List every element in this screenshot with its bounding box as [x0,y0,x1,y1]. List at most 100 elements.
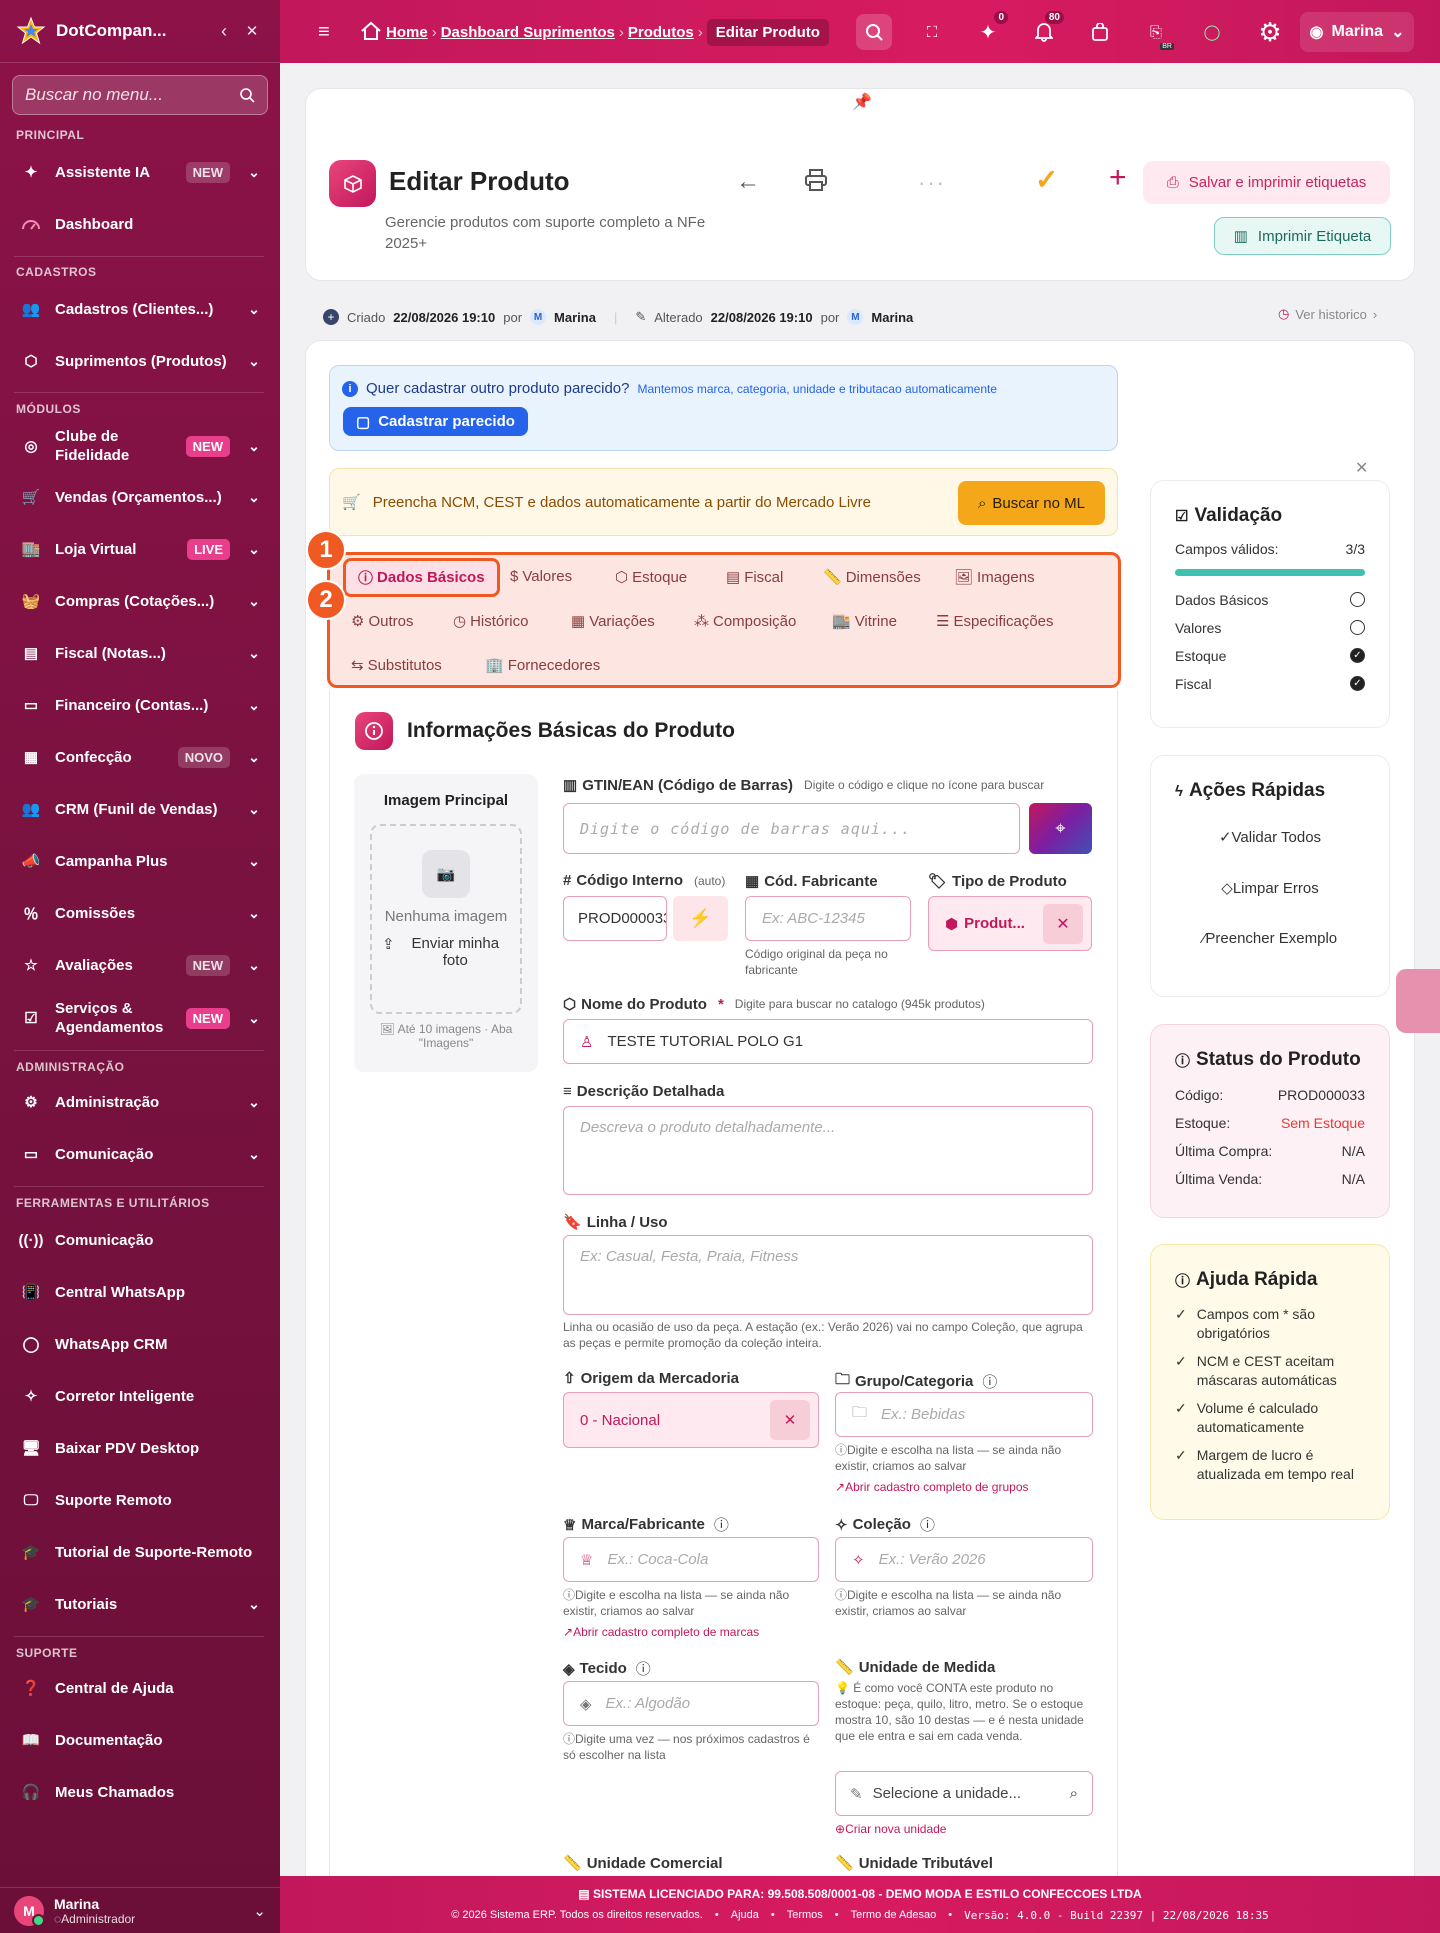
breadcrumb-dashboard-suprimentos[interactable]: Dashboard Suprimentos [441,24,615,41]
footer-terms-link[interactable]: Termos [787,1909,823,1922]
fullscreen-icon[interactable]: ⛶ [914,14,950,50]
breadcrumb-produtos[interactable]: Produtos [628,24,694,41]
history-link[interactable]: ◷ Ver historico › [1278,306,1377,322]
sidebar-item-tutorial-remoto[interactable]: 🎓 Tutorial de Suporte-Remoto [0,1538,280,1566]
clear-errors-button[interactable]: ◇Limpar Erros [1175,879,1365,897]
sidebar-item-chamados[interactable]: 🎧 Meus Chamados [0,1778,280,1806]
hamburger-icon[interactable]: ≡ [318,21,330,44]
sidebar-item-crm[interactable]: 👥 CRM (Funil de Vendas) ⌄ [0,795,280,823]
sidebar-item-suporte-remoto[interactable]: 🖵 Suporte Remoto [0,1486,280,1514]
tab-especificacoes[interactable]: ☰ Especificações [936,612,1054,631]
printer-icon[interactable] [804,168,828,196]
marca-link[interactable]: ↗Abrir cadastro completo de marcas [563,1624,759,1640]
close-panel-icon[interactable]: ✕ [1355,458,1368,478]
clear-x-icon[interactable]: ✕ [770,1400,810,1440]
image-dropzone[interactable]: 📷 Nenhuma imagem ⇪ Enviar minha foto [370,824,522,1014]
tab-vitrine[interactable]: 🏬 Vitrine [832,612,897,631]
sidebar-item-comissoes[interactable]: ％ Comissões ⌄ [0,899,280,927]
more-dots-icon[interactable]: ··· [918,170,946,196]
cod-fab-input[interactable]: Ex: ABC-12345 [745,896,911,941]
sidebar-item-compras[interactable]: 🧺 Compras (Cotações...) ⌄ [0,587,280,615]
generate-code-button[interactable]: ⚡ [673,896,728,941]
origem-select[interactable]: 0 - Nacional ✕ [563,1392,819,1448]
sidebar-item-financeiro[interactable]: ▭ Financeiro (Contas...) ⌄ [0,691,280,719]
whatsapp-icon[interactable]: ◯ [1194,14,1230,50]
sidebar-item-whatsapp-crm[interactable]: ◯ WhatsApp CRM [0,1330,280,1358]
tab-historico[interactable]: ◷ Histórico [453,612,528,631]
sidebar-item-administracao[interactable]: ⚙ Administração ⌄ [0,1088,280,1116]
save-and-print-button[interactable]: ⎙ Salvar e imprimir etiquetas [1143,161,1390,204]
sidebar-item-central-ajuda[interactable]: ❓ Central de Ajuda [0,1674,280,1702]
tab-outros[interactable]: ⚙ Outros [351,612,413,631]
ai-sparkle-icon[interactable]: ✦ 0 [970,11,1008,50]
gtin-search-button[interactable]: ⌖ [1029,803,1092,854]
linha-input[interactable]: Ex: Casual, Festa, Praia, Fitness [563,1235,1093,1315]
menu-search-input[interactable]: Buscar no menu... [12,75,268,115]
sidebar-item-corretor[interactable]: ✧ Corretor Inteligente [0,1382,280,1410]
sidebar-user-card[interactable]: M Marina ◌Administrador ⌄ [0,1887,280,1933]
language-icon[interactable]: ⎘ BR [1138,14,1174,50]
sidebar-item-loja-virtual[interactable]: 🏬 Loja Virtual LIVE ⌄ [0,535,280,563]
sidebar-item-fiscal[interactable]: ▤ Fiscal (Notas...) ⌄ [0,639,280,667]
descricao-textarea[interactable]: Descreva o produto detalhadamente... [563,1106,1093,1195]
global-search-icon[interactable] [856,14,892,50]
sidebar-item-central-whatsapp[interactable]: 📳 Central WhatsApp [0,1278,280,1306]
sidebar-item-avaliacoes[interactable]: ☆ Avaliações NEW ⌄ [0,951,280,979]
side-drawer-tab[interactable] [1396,969,1440,1033]
sidebar-item-assistente-ia[interactable]: ✦ Assistente IA NEW ⌄ [0,158,280,186]
unidade-select[interactable]: ✎ Selecione a unidade... ⌕ [835,1771,1093,1816]
clear-x-icon[interactable]: ✕ [1043,903,1083,944]
breadcrumb-home[interactable]: Home [386,24,428,41]
sidebar-item-dashboard[interactable]: Dashboard [0,210,280,238]
print-label-button[interactable]: ▥ Imprimir Etiqueta [1214,217,1391,255]
back-arrow-icon[interactable]: ← [736,168,760,196]
grupo-link[interactable]: ↗Abrir cadastro completo de grupos [835,1479,1029,1495]
tab-substitutos[interactable]: ⇆ Substitutos [351,656,442,675]
footer-help-link[interactable]: Ajuda [731,1909,759,1922]
help-circle-icon[interactable]: ⓘ [636,1658,651,1679]
sidebar-item-tutoriais[interactable]: 🎓 Tutoriais ⌄ [0,1590,280,1618]
sidebar-item-documentacao[interactable]: 📖 Documentação [0,1726,280,1754]
tab-dados-basicos[interactable]: ⓘ Dados Básicos [343,558,500,597]
tab-composicao[interactable]: ⁂ Composição [694,612,796,631]
nome-input[interactable]: ♙ TESTE TUTORIAL POLO G1 [563,1019,1093,1064]
help-circle-icon[interactable]: ⓘ [982,1371,997,1392]
tab-dimensoes[interactable]: 📏 Dimensões [823,568,921,587]
user-menu-button[interactable]: ◉ Marina ⌄ [1300,12,1414,52]
tab-valores[interactable]: $ Valores [510,568,572,585]
tab-fiscal[interactable]: ▤ Fiscal [726,568,783,587]
bell-icon[interactable]: 80 [1026,11,1064,50]
tecido-input[interactable]: ◈ Ex.: Algodão [563,1681,819,1726]
sidebar-item-vendas[interactable]: 🛒 Vendas (Orçamentos...) ⌄ [0,483,280,511]
sidebar-item-confeccao[interactable]: ▦ Confecção NOVO ⌄ [0,743,280,771]
sidebar-item-pdv[interactable]: 🖥 Baixar PDV Desktop [0,1434,280,1462]
cod-interno-input[interactable]: PROD000033 [563,896,667,941]
gear-icon[interactable]: ⚙ [1252,14,1288,50]
footer-adesao-link[interactable]: Termo de Adesao [851,1909,937,1922]
add-plus-icon[interactable]: + [1109,161,1127,195]
tab-imagens[interactable]: 🖼 Imagens [954,568,1035,587]
sidebar-item-clube-fidelidade[interactable]: ◎ Clube de Fidelidade NEW ⌄ [0,426,280,466]
collapse-sidebar-icon[interactable]: ‹ [210,21,238,42]
confirm-check-icon[interactable]: ✓ [1035,163,1058,196]
register-similar-button[interactable]: ▢ Cadastrar parecido [343,407,528,436]
close-sidebar-icon[interactable]: ✕ [238,22,266,40]
sidebar-item-comunicacao[interactable]: ▭ Comunicação ⌄ [0,1140,280,1168]
sidebar-item-cadastros[interactable]: 👥 Cadastros (Clientes...) ⌄ [0,295,280,323]
upload-photo-button[interactable]: ⇪ Enviar minha foto [372,935,520,969]
help-circle-icon[interactable]: ⓘ [920,1514,935,1535]
sidebar-item-comunicacao-tool[interactable]: ((·)) Comunicação [0,1226,280,1254]
grupo-input[interactable]: 🗀 Ex.: Bebidas [835,1392,1093,1437]
search-ml-button[interactable]: ⌕ Buscar no ML [958,481,1105,525]
sidebar-item-servicos[interactable]: ☑ Serviços & Agendamentos NEW ⌄ [0,998,280,1038]
sidebar-item-suprimentos[interactable]: ⬡ Suprimentos (Produtos) ⌄ [0,347,280,375]
colecao-input[interactable]: ✧ Ex.: Verão 2026 [835,1537,1093,1582]
nova-unidade-link[interactable]: ⊕Criar nova unidade [835,1821,946,1837]
shopping-bag-icon[interactable] [1082,14,1118,50]
gtin-input[interactable]: Digite o código de barras aqui... [563,803,1020,854]
tab-variacoes[interactable]: ▦ Variações [571,612,655,631]
help-circle-icon[interactable]: ⓘ [714,1514,729,1535]
fill-example-button[interactable]: ⁄Preencher Exemplo [1175,930,1365,947]
tab-fornecedores[interactable]: 🏢 Fornecedores [485,656,600,675]
tipo-select[interactable]: ⬢ Produt... ✕ [928,896,1092,951]
